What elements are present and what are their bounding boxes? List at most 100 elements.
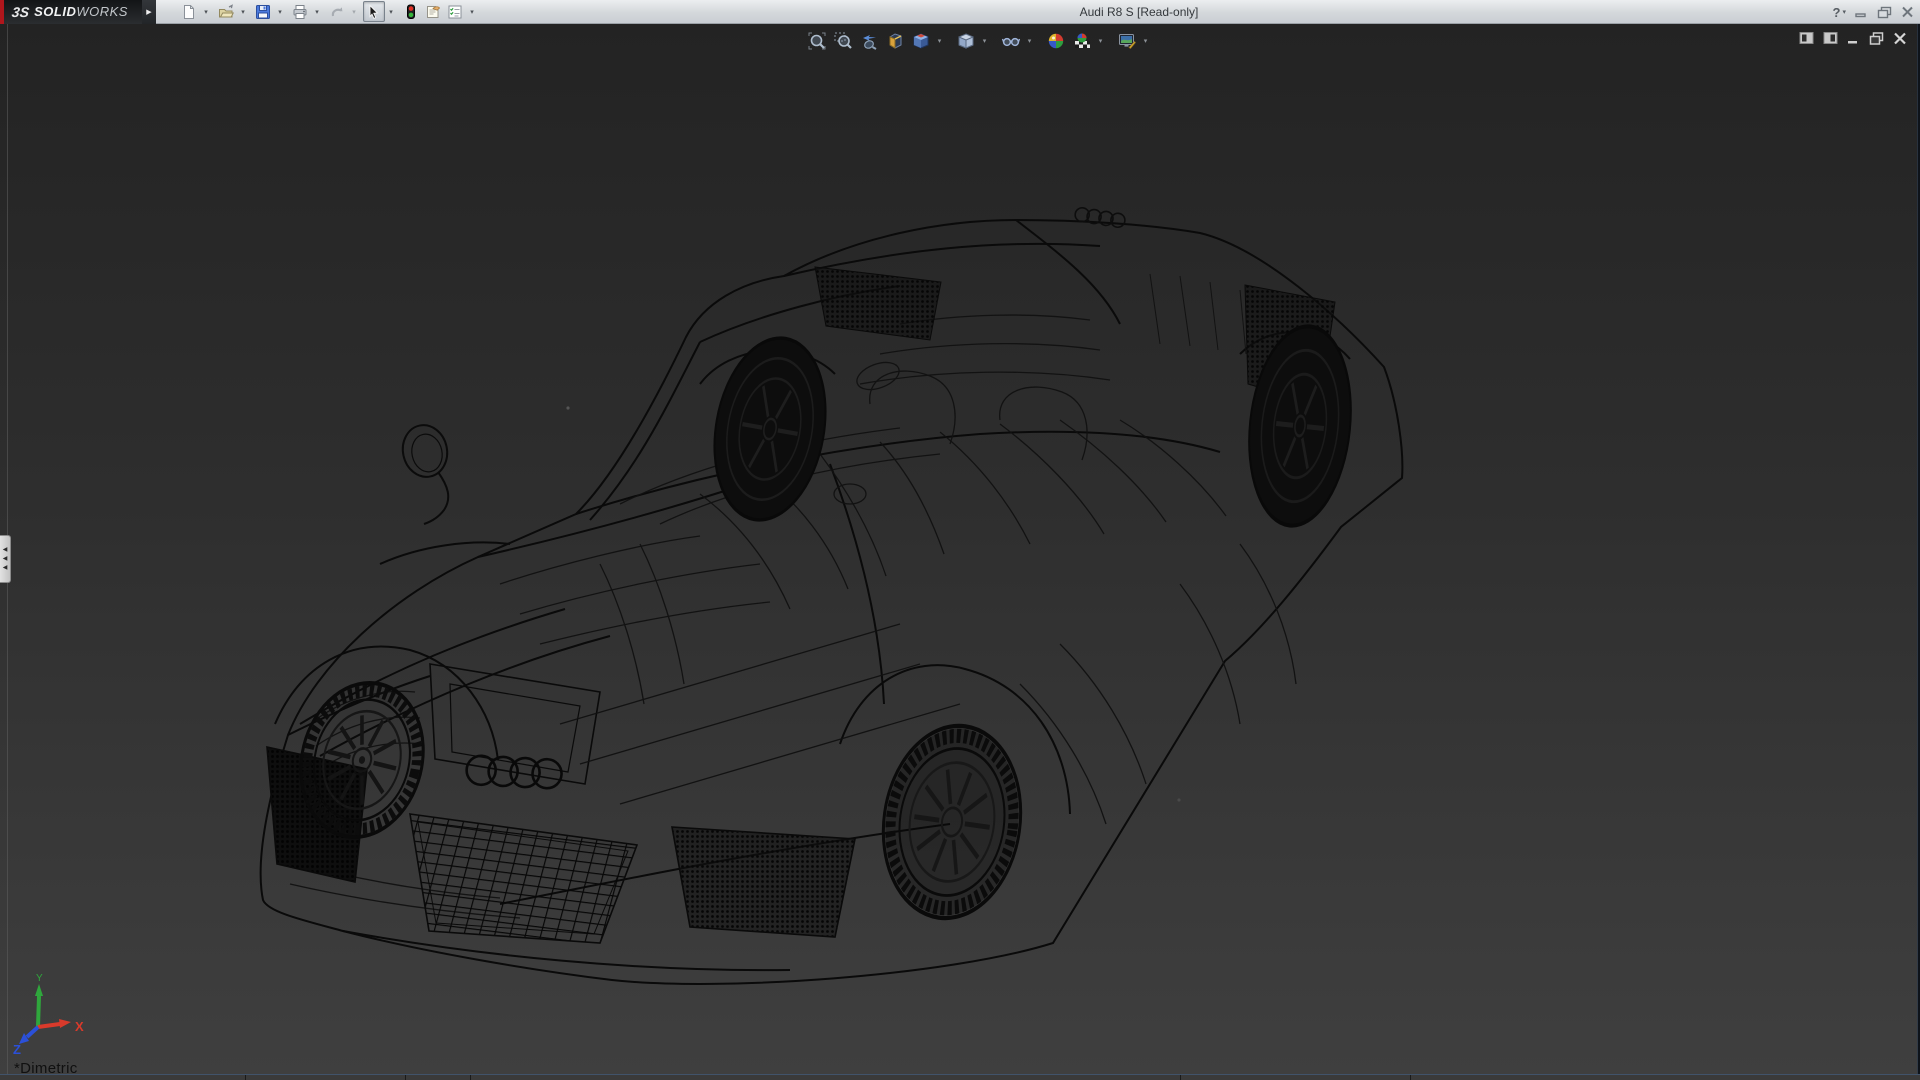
undo-button[interactable] — [326, 1, 348, 22]
close-document-button[interactable] — [1893, 32, 1907, 45]
options-checklist-icon — [447, 4, 463, 20]
solidworks-window: 3S SOLID WORKS ▶ ▾ ▾ — [0, 0, 1920, 1080]
dassault-3ds-mark: 3S — [11, 4, 30, 20]
triad-x-label: X — [75, 1019, 84, 1034]
graphics-area[interactable]: Y X Z — [0, 24, 1920, 1074]
apply-scene-dropdown[interactable]: ▾ — [1095, 28, 1106, 53]
tile-left-pane-icon — [1799, 31, 1814, 45]
tile-right-pane-icon — [1823, 31, 1838, 45]
zoom-to-fit-button[interactable] — [804, 28, 829, 53]
previous-view-button[interactable] — [856, 28, 881, 53]
minimize-button[interactable] — [1855, 2, 1868, 22]
select-button[interactable] — [363, 1, 385, 22]
open-folder-icon — [218, 4, 234, 20]
help-dropdown: ▾ — [1842, 8, 1846, 16]
options-button[interactable] — [444, 1, 466, 22]
view-settings-button[interactable] — [1114, 28, 1139, 53]
taskbar-divider — [470, 1075, 471, 1080]
speck — [1177, 798, 1180, 801]
close-icon — [1901, 6, 1914, 18]
viewport-right-border-inner — [1917, 24, 1918, 1074]
zoom-to-area-button[interactable] — [830, 28, 855, 53]
rebuild-traffic-light-icon — [403, 4, 419, 20]
side-mirror — [398, 421, 452, 524]
chevron-left-icon: ◀ — [3, 565, 8, 571]
view-settings-icon — [1118, 32, 1136, 50]
audi-rings-rear — [1075, 207, 1126, 227]
view-settings-dropdown[interactable]: ▾ — [1140, 28, 1151, 53]
apply-scene-icon — [1073, 32, 1091, 50]
section-view-icon — [886, 32, 904, 50]
view-orientation-icon — [912, 32, 930, 50]
view-orientation-dropdown[interactable]: ▾ — [934, 28, 945, 53]
taskbar-divider — [245, 1075, 246, 1080]
new-document-button[interactable] — [178, 1, 200, 22]
restore-document-button[interactable] — [1869, 32, 1884, 45]
triad-y-label: Y — [36, 973, 43, 984]
close-document-icon — [1893, 32, 1907, 45]
standard-toolbar: ▾ ▾ ▾ — [178, 0, 481, 24]
open-dropdown[interactable]: ▾ — [237, 1, 249, 22]
chevron-left-icon: ◀ — [3, 547, 8, 553]
edit-appearance-button[interactable] — [1043, 28, 1068, 53]
rebuild-button[interactable] — [400, 1, 422, 22]
save-dropdown[interactable]: ▾ — [274, 1, 286, 22]
undo-dropdown[interactable]: ▾ — [348, 1, 360, 22]
restore-button[interactable] — [1877, 2, 1892, 22]
taskbar-divider — [405, 1075, 406, 1080]
close-button[interactable] — [1901, 2, 1914, 22]
minimize-icon — [1855, 6, 1868, 18]
title-bar: 3S SOLID WORKS ▶ ▾ ▾ — [0, 0, 1920, 24]
restore-document-icon — [1869, 32, 1884, 45]
select-dropdown[interactable]: ▾ — [385, 1, 397, 22]
save-floppy-icon — [255, 4, 271, 20]
minimize-document-icon — [1847, 32, 1860, 45]
view-orientation-label: *Dimetric — [14, 1060, 78, 1074]
headsup-view-toolbar: ▾ ▾ ▾ — [804, 27, 1151, 54]
print-button[interactable] — [289, 1, 311, 22]
display-style-dropdown[interactable]: ▾ — [979, 28, 990, 53]
zoom-to-fit-icon — [808, 32, 826, 50]
windows-taskbar-edge[interactable] — [0, 1074, 1920, 1080]
select-cursor-icon — [366, 4, 382, 20]
wireframe-car-model: Y X Z — [0, 24, 1920, 1074]
hide-show-items-glasses-icon — [1002, 32, 1020, 50]
document-window-controls — [1799, 31, 1907, 45]
hide-show-items-dropdown[interactable]: ▾ — [1024, 28, 1035, 53]
chevron-left-icon: ◀ — [3, 556, 8, 562]
file-properties-icon — [425, 4, 441, 20]
edit-appearance-icon — [1047, 32, 1065, 50]
open-button[interactable] — [215, 1, 237, 22]
speck — [566, 406, 569, 409]
section-view-button[interactable] — [882, 28, 907, 53]
file-properties-button[interactable] — [422, 1, 444, 22]
help-button[interactable]: ? ▾ — [1833, 2, 1846, 22]
apply-scene-button[interactable] — [1069, 28, 1094, 53]
feature-pane-splitter-tab[interactable]: ◀ ◀ ◀ — [0, 535, 11, 583]
tile-left-pane-button[interactable] — [1799, 31, 1814, 45]
options-dropdown[interactable]: ▾ — [466, 1, 478, 22]
display-style-button[interactable] — [953, 28, 978, 53]
previous-view-icon — [860, 32, 878, 50]
help-icon: ? — [1833, 5, 1841, 20]
tile-right-pane-button[interactable] — [1823, 31, 1838, 45]
reference-triad: Y X Z — [13, 973, 84, 1057]
hide-show-items-button[interactable] — [998, 28, 1023, 53]
zoom-to-area-icon — [834, 32, 852, 50]
new-document-icon — [181, 4, 197, 20]
triad-z-label: Z — [13, 1042, 21, 1057]
taskbar-divider — [1180, 1075, 1181, 1080]
display-style-icon — [957, 32, 975, 50]
solidworks-logo: 3S SOLID WORKS — [0, 0, 142, 24]
menu-flyout-arrow[interactable]: ▶ — [142, 0, 156, 24]
save-button[interactable] — [252, 1, 274, 22]
window-controls: ? ▾ — [1833, 0, 1914, 24]
minimize-document-button[interactable] — [1847, 32, 1860, 45]
view-orientation-button[interactable] — [908, 28, 933, 53]
print-icon — [292, 4, 308, 20]
new-document-dropdown[interactable]: ▾ — [200, 1, 212, 22]
print-dropdown[interactable]: ▾ — [311, 1, 323, 22]
taskbar-divider — [1410, 1075, 1411, 1080]
restore-icon — [1877, 6, 1892, 19]
undo-icon — [329, 4, 345, 20]
